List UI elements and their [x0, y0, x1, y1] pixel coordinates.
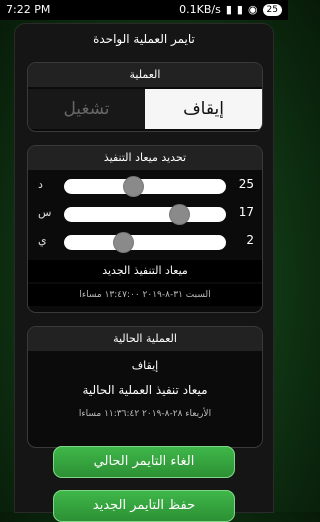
operation-header: العملية — [28, 63, 262, 87]
new-schedule-label: ميعاد التنفيذ الجديد — [28, 260, 262, 282]
clock: 7:22 PM — [6, 3, 51, 16]
operation-card: العملية تشغيل إيقاف — [27, 62, 263, 132]
status-icons: 0.1KB/s ▮ ▮ ◉ 25 — [179, 3, 282, 16]
status-bar: 7:22 PM 0.1KB/s ▮ ▮ ◉ 25 — [0, 0, 288, 20]
new-schedule-date: السبت ٣١-٨-٢٠١٩ ١٣:٤٧:٠٠ مساءا — [28, 284, 262, 306]
main-panel: تايمر العملية الواحدة العملية تشغيل إيقا… — [15, 24, 273, 512]
hours-unit: س — [38, 206, 52, 219]
hours-slider[interactable] — [64, 205, 226, 224]
app-title: تايمر العملية الواحدة — [93, 32, 195, 46]
days-slider[interactable] — [64, 233, 226, 252]
signal-icon: ▮ — [225, 3, 232, 16]
stop-option[interactable]: إيقاف — [145, 89, 262, 129]
signal-icon-2: ▮ — [236, 3, 243, 16]
wifi-icon: ◉ — [247, 3, 258, 16]
battery-icon: 25 — [262, 3, 282, 16]
minutes-unit: د — [38, 178, 43, 191]
schedule-card: تحديد ميعاد التنفيذ د 25 س 17 ي 2 ميعاد … — [27, 145, 263, 313]
current-operation-card: العملية الحالية إيقاف ميعاد تنفيذ العملي… — [27, 326, 263, 448]
minutes-row: د 25 — [28, 174, 262, 198]
current-time-label: ميعاد تنفيذ العملية الحالية — [82, 383, 208, 397]
run-option[interactable]: تشغيل — [28, 89, 145, 129]
cancel-timer-button[interactable]: الغاء التايمر الحالي — [53, 446, 235, 478]
current-header: العملية الحالية — [28, 327, 262, 351]
days-row: ي 2 — [28, 230, 262, 254]
hours-slider-thumb[interactable] — [169, 205, 189, 224]
days-slider-thumb[interactable] — [114, 233, 134, 252]
minutes-value: 25 — [238, 177, 254, 191]
network-speed: 0.1KB/s — [179, 3, 221, 16]
current-time-value: الأربعاء ٢٨-٨-٢٠١٩ ١١:٣٦:٤٢ مساءا — [78, 409, 212, 419]
save-timer-button[interactable]: حفظ التايمر الجديد — [53, 490, 235, 522]
hours-row: س 17 — [28, 202, 262, 226]
minutes-slider[interactable] — [64, 177, 226, 196]
days-unit: ي — [38, 234, 47, 247]
operation-toggle[interactable]: تشغيل إيقاف — [28, 89, 262, 129]
current-operation-value: إيقاف — [131, 359, 159, 372]
schedule-header: تحديد ميعاد التنفيذ — [28, 146, 262, 170]
minutes-slider-thumb[interactable] — [124, 177, 144, 196]
hours-value: 17 — [238, 205, 254, 219]
days-value: 2 — [246, 233, 254, 247]
